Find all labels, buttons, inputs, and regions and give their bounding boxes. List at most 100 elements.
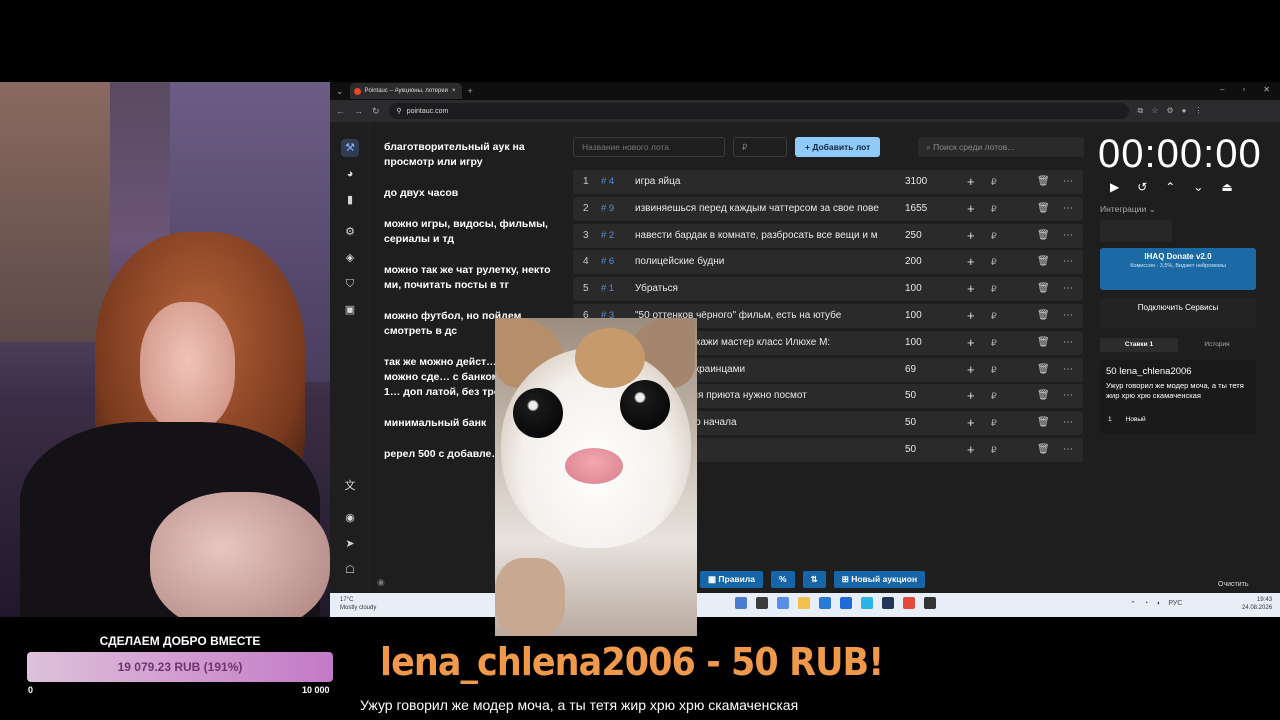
more-icon[interactable]: ⋯	[1063, 197, 1073, 221]
trash-icon[interactable]: 🗑	[1037, 331, 1050, 355]
chevron-up-icon[interactable]: ⌃	[1165, 180, 1175, 194]
wheel-icon[interactable]: ◕	[341, 165, 359, 183]
layers-icon[interactable]: ◈	[341, 249, 359, 267]
connect-services-button[interactable]: Подключить Сервисы	[1100, 298, 1256, 328]
more-icon[interactable]: ⋯	[1063, 250, 1073, 274]
url-field[interactable]: ⚲ pointauc.com	[388, 103, 1129, 119]
eye-icon[interactable]: ◉	[377, 577, 385, 588]
weather-widget[interactable]: 17°C Mostly cloudy	[340, 596, 376, 612]
ruble-icon[interactable]: ₽	[991, 250, 997, 274]
network-icon[interactable]: ◔	[1144, 600, 1148, 608]
widgets-icon[interactable]	[777, 597, 789, 609]
trash-icon[interactable]: 🗑	[1037, 304, 1050, 328]
add-amount-icon[interactable]: +	[967, 170, 975, 194]
add-amount-icon[interactable]: +	[967, 358, 975, 382]
lot-amount[interactable]: 250	[905, 224, 922, 248]
trash-icon[interactable]: 🗑	[1037, 197, 1050, 221]
trash-icon[interactable]: 🗑	[1037, 250, 1050, 274]
ruble-icon[interactable]: ₽	[991, 170, 997, 194]
gavel-icon[interactable]: ⚒	[341, 139, 359, 157]
trash-icon[interactable]: 🗑	[1037, 358, 1050, 382]
lot-row[interactable]: 5 # 1 Убраться 100 + ₽ 🗑 ⋯	[573, 277, 1083, 302]
tab-bids[interactable]: Ставки 1	[1100, 338, 1178, 352]
integrations-toggle[interactable]: Интеграции ⌄	[1100, 204, 1156, 215]
sort-icon[interactable]: ⇅	[802, 571, 826, 588]
rules-button[interactable]: ▦ Правила	[700, 571, 764, 588]
ruble-icon[interactable]: ₽	[991, 304, 997, 328]
lot-name[interactable]: извиняешься перед каждым чаттерсом за св…	[635, 197, 893, 221]
lot-row[interactable]: 2 # 9 извиняешься перед каждым чаттерсом з…	[573, 196, 1083, 221]
language-indicator[interactable]: РУС	[1168, 600, 1182, 608]
lot-id[interactable]: # 9	[601, 197, 614, 221]
lot-amount[interactable]: 1655	[905, 197, 927, 221]
lot-row[interactable]: 3 # 2 навести бардак в комнате, разбросать…	[573, 223, 1083, 248]
add-amount-icon[interactable]: +	[967, 250, 975, 274]
bid-card[interactable]: 50 lena_chlena2006 Ужур говорил же модер…	[1100, 360, 1256, 434]
add-amount-icon[interactable]: +	[967, 331, 975, 355]
obs-icon[interactable]	[924, 597, 936, 609]
tab-search-icon[interactable]: ⌄	[336, 86, 344, 97]
lot-row[interactable]: 1 # 4 игра яйца 3100 + ₽ 🗑 ⋯	[573, 170, 1083, 194]
lot-amount[interactable]: 50	[905, 438, 916, 462]
close-icon[interactable]: ✕	[1263, 85, 1270, 94]
new-tab-icon[interactable]: +	[468, 86, 473, 96]
mail-icon[interactable]	[840, 597, 852, 609]
taskview-icon[interactable]	[756, 597, 768, 609]
add-amount-icon[interactable]: +	[967, 197, 975, 221]
chevron-down-icon[interactable]: ⌄	[1193, 180, 1203, 194]
shield-icon[interactable]: ⛉	[341, 275, 359, 293]
trash-icon[interactable]: 🗑	[1037, 277, 1050, 301]
lot-name[interactable]: полицейские будни	[635, 250, 893, 274]
lot-name[interactable]: Убраться	[635, 277, 893, 301]
more-icon[interactable]: ⋯	[1063, 384, 1073, 408]
ruble-icon[interactable]: ₽	[991, 411, 997, 435]
more-icon[interactable]: ⋯	[1063, 411, 1073, 435]
site-info-icon[interactable]: ⚲	[397, 107, 402, 115]
lot-amount[interactable]: 200	[905, 250, 922, 274]
add-amount-icon[interactable]: +	[967, 384, 975, 408]
donate-banner[interactable]: IHAQ Donate v2.0 Комиссия - 3,5%, Виджет…	[1100, 248, 1256, 290]
maximize-icon[interactable]: ▫	[1242, 85, 1245, 94]
browser-tab[interactable]: Pointauc – Аукционы, лотереи ×	[349, 83, 462, 99]
minimize-icon[interactable]: –	[1220, 85, 1224, 94]
chart-icon[interactable]: ▮	[341, 191, 359, 209]
profile-icon[interactable]: ●	[1182, 106, 1187, 116]
forward-icon[interactable]: →	[354, 106, 363, 116]
integrations-switches[interactable]	[1100, 220, 1172, 242]
lot-amount[interactable]: 50	[905, 411, 916, 435]
chrome-icon[interactable]	[903, 597, 915, 609]
volume-icon[interactable]: ◖	[1156, 600, 1160, 608]
store-icon[interactable]	[819, 597, 831, 609]
ruble-icon[interactable]: ₽	[991, 438, 997, 462]
lot-amount[interactable]: 69	[905, 358, 916, 382]
lot-amount-input[interactable]: ₽	[733, 137, 787, 157]
trash-icon[interactable]: 🗑	[1037, 384, 1050, 408]
more-icon[interactable]: ⋯	[1063, 438, 1073, 462]
translate-page-icon[interactable]: ⧉	[1138, 106, 1144, 116]
add-amount-icon[interactable]: +	[967, 411, 975, 435]
steam-icon[interactable]	[882, 597, 894, 609]
tab-history[interactable]: История	[1178, 338, 1256, 352]
edge-icon[interactable]	[861, 597, 873, 609]
ruble-icon[interactable]: ₽	[991, 331, 997, 355]
add-amount-icon[interactable]: +	[967, 304, 975, 328]
lot-search-input[interactable]: ⌕ Поиск среди лотов...	[918, 137, 1084, 157]
more-icon[interactable]: ⋯	[1063, 331, 1073, 355]
percent-button[interactable]: %	[771, 571, 795, 588]
eject-icon[interactable]: ⏏	[1221, 180, 1232, 194]
media-icon[interactable]: ▣	[341, 301, 359, 319]
lot-amount[interactable]: 100	[905, 331, 922, 355]
lot-row[interactable]: 4 # 6 полицейские будни 200 + ₽ 🗑 ⋯	[573, 250, 1083, 275]
new-auction-button[interactable]: ⊞ Новый аукцион	[833, 571, 926, 588]
lot-id[interactable]: # 2	[601, 224, 614, 248]
trash-icon[interactable]: 🗑	[1037, 438, 1050, 462]
ruble-icon[interactable]: ₽	[991, 358, 997, 382]
telegram-icon[interactable]: ➤	[341, 535, 359, 553]
reset-icon[interactable]: ↺	[1137, 180, 1147, 194]
ruble-icon[interactable]: ₽	[991, 384, 997, 408]
trash-icon[interactable]: 🗑	[1037, 411, 1050, 435]
add-amount-icon[interactable]: +	[967, 224, 975, 248]
lot-amount[interactable]: 100	[905, 277, 922, 301]
ruble-icon[interactable]: ₽	[991, 224, 997, 248]
extensions-icon[interactable]: ⚙	[1166, 106, 1173, 116]
